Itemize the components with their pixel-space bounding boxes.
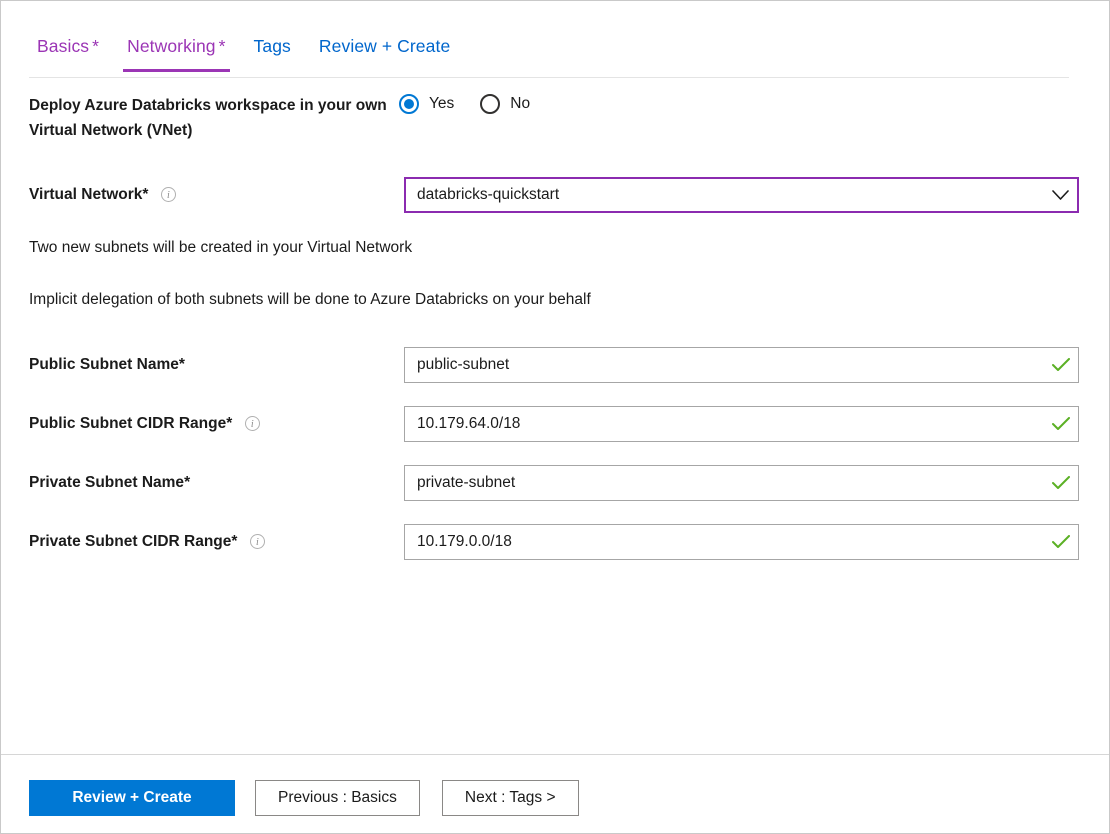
checkmark-icon <box>1044 358 1078 372</box>
networking-form: Deploy Azure Databricks workspace in you… <box>1 77 1109 751</box>
private-subnet-cidr-required-marker: * <box>231 533 238 550</box>
tab-basics-required-marker: * <box>92 36 100 56</box>
private-subnet-name-label: Private Subnet Name <box>29 474 185 491</box>
private-subnet-cidr-label: Private Subnet CIDR Range <box>29 533 232 550</box>
deploy-vnet-row: Deploy Azure Databricks workspace in you… <box>29 93 1081 143</box>
private-subnet-name-value: private-subnet <box>417 474 516 491</box>
footer-divider <box>1 754 1109 755</box>
virtual-network-dropdown[interactable]: databricks-quickstart <box>404 177 1079 213</box>
public-subnet-cidr-control-col: 10.179.64.0/18 <box>404 406 1079 442</box>
public-subnet-name-row: Public Subnet Name* public-subnet <box>29 347 1081 383</box>
virtual-network-label-col: Virtual Network* i <box>29 183 404 207</box>
tab-basics-label: Basics <box>37 36 90 56</box>
private-subnet-cidr-value: 10.179.0.0/18 <box>417 533 512 550</box>
public-subnet-name-value: public-subnet <box>417 356 510 373</box>
public-subnet-name-input[interactable]: public-subnet <box>404 347 1079 383</box>
tab-networking-required-marker: * <box>218 36 226 56</box>
virtual-network-value: databricks-quickstart <box>417 186 560 203</box>
private-subnet-cidr-label-col: Private Subnet CIDR Range* i <box>29 530 404 554</box>
note-two-subnets: Two new subnets will be created in your … <box>29 239 413 256</box>
tab-tags[interactable]: Tags <box>240 31 305 71</box>
radio-no-mark <box>480 94 501 114</box>
previous-basics-button[interactable]: Previous : Basics <box>255 780 420 816</box>
checkmark-icon <box>1044 417 1078 431</box>
private-subnet-name-label-col: Private Subnet Name* <box>29 471 404 495</box>
radio-yes-label: Yes <box>429 95 455 112</box>
public-subnet-name-label: Public Subnet Name <box>29 356 179 373</box>
virtual-network-required-marker: * <box>142 186 149 203</box>
private-subnet-cidr-info-icon[interactable]: i <box>249 533 265 549</box>
tab-networking-label: Networking <box>127 36 216 56</box>
public-subnet-cidr-required-marker: * <box>226 415 233 432</box>
tab-tags-label: Tags <box>253 36 291 56</box>
tab-review-create-label: Review + Create <box>318 36 451 56</box>
virtual-network-info-icon[interactable]: i <box>160 186 176 202</box>
checkmark-icon <box>1044 535 1078 549</box>
public-subnet-cidr-label-col: Public Subnet CIDR Range* i <box>29 412 404 436</box>
tab-basics[interactable]: Basics * <box>29 31 113 71</box>
private-subnet-cidr-control-col: 10.179.0.0/18 <box>404 524 1079 560</box>
note-implicit-delegation: Implicit delegation of both subnets will… <box>29 291 591 308</box>
public-subnet-name-label-col: Public Subnet Name* <box>29 353 404 377</box>
radio-yes-mark <box>399 94 419 114</box>
public-subnet-name-required-marker: * <box>178 356 185 373</box>
chevron-down-icon[interactable] <box>1043 189 1077 201</box>
review-create-button[interactable]: Review + Create <box>29 780 235 816</box>
azure-create-workspace-networking-page: Basics * Networking * Tags Review + Create… <box>0 0 1110 834</box>
checkmark-icon <box>1044 476 1078 490</box>
virtual-network-label: Virtual Network <box>29 186 143 203</box>
public-subnet-name-control-col: public-subnet <box>404 347 1079 383</box>
private-subnet-name-row: Private Subnet Name* private-subnet <box>29 465 1081 501</box>
deploy-vnet-radio-group[interactable]: Yes No <box>399 94 556 114</box>
private-subnet-cidr-row: Private Subnet CIDR Range* i 10.179.0.0/… <box>29 524 1081 560</box>
next-tags-button[interactable]: Next : Tags > <box>441 780 579 816</box>
wizard-tab-strip: Basics * Networking * Tags Review + Create <box>29 31 1069 78</box>
private-subnet-cidr-input[interactable]: 10.179.0.0/18 <box>404 524 1079 560</box>
private-subnet-name-control-col: private-subnet <box>404 465 1079 501</box>
public-subnet-cidr-label: Public Subnet CIDR Range <box>29 415 227 432</box>
virtual-network-row: Virtual Network* i databricks-quickstart <box>29 177 1081 213</box>
wizard-footer: Review + Create Previous : Basics Next :… <box>29 780 601 816</box>
deploy-vnet-label: Deploy Azure Databricks workspace in you… <box>29 97 387 139</box>
private-subnet-name-input[interactable]: private-subnet <box>404 465 1079 501</box>
virtual-network-control-col: databricks-quickstart <box>404 177 1079 213</box>
deploy-vnet-radio-yes[interactable]: Yes <box>399 94 454 114</box>
public-subnet-cidr-value: 10.179.64.0/18 <box>417 415 521 432</box>
public-subnet-cidr-row: Public Subnet CIDR Range* i 10.179.64.0/… <box>29 406 1081 442</box>
tab-networking[interactable]: Networking * <box>113 31 239 72</box>
public-subnet-cidr-input[interactable]: 10.179.64.0/18 <box>404 406 1079 442</box>
tab-review-create[interactable]: Review + Create <box>305 31 464 71</box>
private-subnet-name-required-marker: * <box>184 474 191 491</box>
radio-no-label: No <box>510 95 531 112</box>
public-subnet-cidr-info-icon[interactable]: i <box>244 415 260 431</box>
deploy-vnet-radio-no[interactable]: No <box>480 94 530 114</box>
